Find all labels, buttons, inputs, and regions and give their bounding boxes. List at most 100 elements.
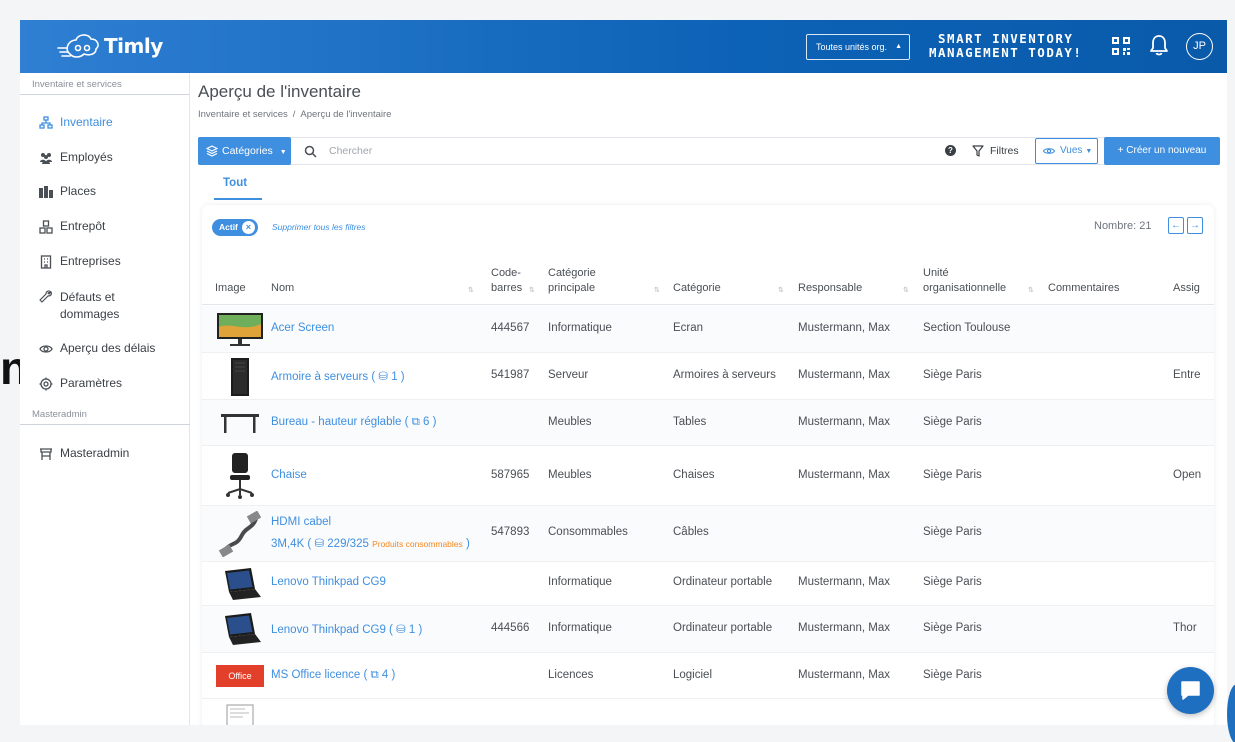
prev-page-button[interactable]: ← <box>1168 217 1184 234</box>
breadcrumb: Inventaire et services / Aperçu de l'inven… <box>198 109 392 120</box>
inventory-panel: Actif × Supprimer tous les filtres Nombr… <box>202 205 1214 725</box>
item-name[interactable]: Lenovo Thinkpad CG9 ( ⛁ 1 ) <box>271 622 422 636</box>
chip-label: Actif <box>219 222 238 232</box>
item-name[interactable]: MS Office licence ( ⧉ 4 ) <box>271 669 395 682</box>
close-icon[interactable]: × <box>241 221 255 234</box>
filters-button[interactable]: Filtres <box>972 138 1019 164</box>
col-org-unit[interactable]: Unité organisationnelle <box>923 266 1006 296</box>
item-barcode: 444567 <box>491 322 530 334</box>
sidebar-item-masteradmin[interactable]: Masteradmin <box>20 446 129 461</box>
item-org-unit: Siège Paris <box>923 526 982 538</box>
toolbar: Catégories ▼ ? Filtres Vues▼ + Créer un … <box>198 137 1220 165</box>
col-main-category-line1: Catégorie <box>548 267 596 279</box>
org-unit-select[interactable]: Toutes unités org. ▲ <box>806 34 910 60</box>
item-assigned: Entre <box>1173 369 1201 381</box>
next-page-button[interactable]: → <box>1187 217 1203 234</box>
table-row[interactable]: HDMI cabel 3M,4K ( ⛁ 229/325 Produits co… <box>202 506 1214 562</box>
sort-icon[interactable]: ⇅ <box>1028 286 1034 294</box>
user-avatar[interactable]: JP <box>1186 33 1213 60</box>
breadcrumb-link[interactable]: Inventaire et services <box>198 109 288 120</box>
sidebar-item-places[interactable]: Places <box>20 184 96 199</box>
item-name[interactable]: Acer Screen <box>271 322 334 334</box>
table-row[interactable]: Office MS Office licence ( ⧉ 4 ) Licence… <box>202 653 1214 699</box>
item-name[interactable]: Lenovo Thinkpad CG9 <box>271 576 386 588</box>
sidebar-item-inventaire[interactable]: Inventaire <box>20 115 113 130</box>
sidebar-item-label: Places <box>60 184 97 198</box>
item-org-unit: Siège Paris <box>923 622 982 634</box>
sidebar-item-parametres[interactable]: Paramètres <box>20 376 122 391</box>
item-name[interactable]: Bureau - hauteur réglable ( ⧉ 6 ) <box>271 416 436 429</box>
chevron-down-icon: ▼ <box>279 149 287 156</box>
sort-icon[interactable]: ⇅ <box>903 286 909 294</box>
views-label: Vues <box>1060 145 1083 156</box>
item-barcode: 541987 <box>491 369 530 381</box>
timly-logo[interactable]: Timly <box>56 30 163 62</box>
active-filter-chip[interactable]: Actif × <box>212 219 258 236</box>
bell-icon[interactable] <box>1149 34 1169 56</box>
table-row[interactable]: Lenovo Thinkpad CG9 ( ⛁ 1 ) 444566 Infor… <box>202 606 1214 653</box>
col-barcode-line2: barres <box>491 282 523 294</box>
wrench-icon <box>39 290 52 303</box>
sidebar-item-defauts[interactable]: Défauts et dommages <box>20 289 170 323</box>
app-window: Timly Toutes unités org. ▲ SMART INVENTO… <box>20 20 1227 725</box>
sitemap-icon <box>39 116 53 129</box>
item-barcode: 547893 <box>491 526 530 538</box>
col-org-unit-line1: Unité <box>923 267 949 279</box>
clear-filters-link[interactable]: Supprimer tous les filtres <box>272 222 366 232</box>
slogan: SMART INVENTORY MANAGEMENT TODAY! <box>929 32 1082 60</box>
layers-icon <box>206 145 218 157</box>
help-icon[interactable]: ? <box>945 145 956 156</box>
search-input[interactable] <box>329 139 929 163</box>
categories-label: Catégories <box>222 145 273 157</box>
monitor-thumbnail <box>215 312 265 348</box>
table-row[interactable]: Acer Screen 444567 Informatique Ecran Mu… <box>202 306 1214 353</box>
item-name[interactable]: HDMI cabel <box>271 516 331 528</box>
office-logo: Office <box>216 665 264 687</box>
sort-icon[interactable]: ⇅ <box>468 286 474 294</box>
cable-thumbnail <box>215 509 265 559</box>
eye-icon <box>1043 148 1055 154</box>
item-main-category: Meubles <box>548 416 592 428</box>
item-name-line2[interactable]: 3M,4K ( ⛁ 229/325 Produits consommables … <box>271 536 470 550</box>
item-owner: Mustermann, Max <box>798 322 891 334</box>
table-row[interactable]: Lenovo Thinkpad CG9 Informatique Ordinat… <box>202 562 1214 606</box>
filter-icon <box>972 145 984 157</box>
sort-icon[interactable]: ⇅ <box>778 286 784 294</box>
views-button[interactable]: Vues ▼ <box>1035 138 1098 164</box>
col-main-category[interactable]: Catégorie principale <box>548 266 596 296</box>
sort-icon[interactable]: ⇅ <box>654 286 660 294</box>
col-owner[interactable]: Responsable <box>798 281 862 296</box>
categories-button[interactable]: Catégories ▼ <box>198 137 291 165</box>
table-header: Image Nom ⇅ Code- barres ⇅ Catégorie pri… <box>202 260 1214 305</box>
sidebar-item-entreprises[interactable]: Entreprises <box>20 254 121 269</box>
item-owner: Mustermann, Max <box>798 576 891 588</box>
tab-underline <box>214 198 262 200</box>
create-new-button[interactable]: + Créer un nouveau <box>1104 137 1220 165</box>
item-main-category: Consommables <box>548 526 628 538</box>
sidebar-section-masteradmin: Masteradmin <box>20 403 190 425</box>
col-name[interactable]: Nom <box>271 281 294 296</box>
laptop-thumbnail <box>215 566 265 602</box>
item-name[interactable]: Chaise <box>271 469 307 481</box>
sort-icon[interactable]: ⇅ <box>529 286 535 294</box>
chat-button[interactable] <box>1167 667 1214 714</box>
col-category[interactable]: Catégorie <box>673 281 721 296</box>
item-name[interactable]: Armoire à serveurs ( ⛁ 1 ) <box>271 369 405 383</box>
item-owner: Mustermann, Max <box>798 369 891 381</box>
table-row[interactable]: Armoire à serveurs ( ⛁ 1 ) 541987 Serveu… <box>202 353 1214 400</box>
sidebar-item-employes[interactable]: Employés <box>20 150 113 165</box>
sidebar: Inventaire et services Inventaire Employ… <box>20 73 190 725</box>
tab-all[interactable]: Tout <box>223 177 247 189</box>
table-row[interactable]: Chaise 587965 Meubles Chaises Mustermann… <box>202 446 1214 506</box>
table-row[interactable]: Bureau - hauteur réglable ( ⧉ 6 ) Meuble… <box>202 400 1214 446</box>
col-barcode[interactable]: Code- barres <box>491 266 522 296</box>
table-row-partial[interactable] <box>202 699 1214 725</box>
col-org-unit-line2: organisationnelle <box>923 282 1007 294</box>
document-thumbnail <box>215 703 265 725</box>
sidebar-item-delais[interactable]: Aperçu des délais <box>20 341 155 356</box>
qr-code-icon[interactable] <box>1111 36 1131 56</box>
item-org-unit: Siège Paris <box>923 369 982 381</box>
sidebar-item-entrepot[interactable]: Entrepôt <box>20 219 105 234</box>
top-bar: Timly Toutes unités org. ▲ SMART INVENTO… <box>20 20 1227 73</box>
item-owner: Mustermann, Max <box>798 669 891 681</box>
